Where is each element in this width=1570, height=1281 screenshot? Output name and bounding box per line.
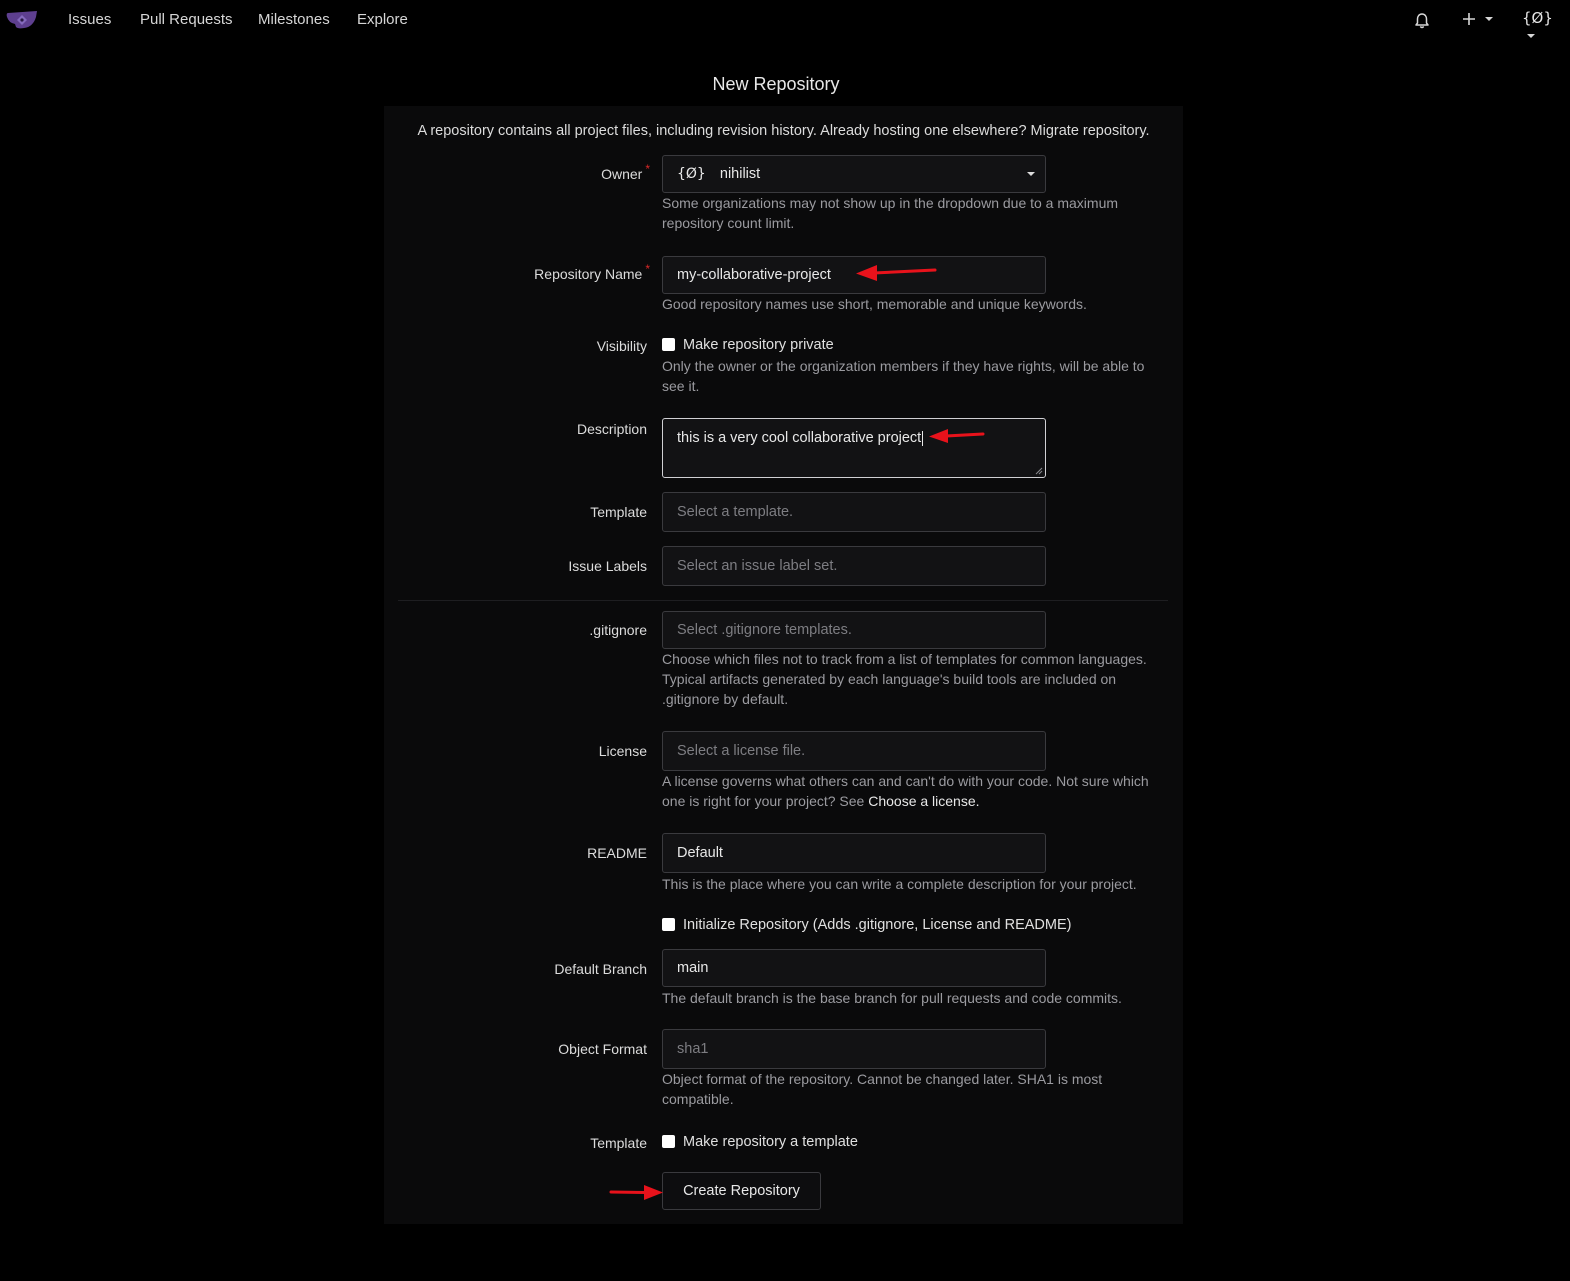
default-branch-help: The default branch is the base branch fo… — [662, 990, 1122, 1006]
template-select[interactable]: Select a template. — [662, 492, 1046, 532]
readme-help: This is the place where you can write a … — [662, 876, 1137, 892]
default-branch-label: Default Branch — [554, 961, 647, 977]
required-marker: * — [645, 262, 650, 276]
section-divider — [398, 600, 1168, 601]
owner-dropdown[interactable]: {Ø} nihilist — [662, 155, 1046, 193]
bell-icon[interactable] — [1413, 10, 1431, 32]
description-textarea[interactable]: this is a very cool collaborative projec… — [662, 418, 1046, 478]
private-checkbox-label: Make repository private — [683, 337, 834, 353]
initialize-checkbox-label: Initialize Repository (Adds .gitignore, … — [683, 917, 1072, 933]
nav-pull-requests[interactable]: Pull Requests — [140, 11, 233, 28]
gitignore-label: .gitignore — [589, 622, 647, 638]
visibility-help: Only the owner or the organization membe… — [662, 358, 1145, 394]
gitignore-help: Choose which files not to track from a l… — [662, 651, 1147, 707]
issue-labels-select[interactable]: Select an issue label set. — [662, 546, 1046, 586]
required-marker: * — [645, 162, 650, 176]
template-checkbox[interactable] — [662, 1134, 675, 1148]
chevron-down-icon — [1484, 17, 1493, 22]
default-branch-input[interactable]: main — [662, 949, 1046, 987]
template-label: Template — [590, 504, 647, 520]
initialize-checkbox[interactable] — [662, 917, 675, 931]
template-checkbox-label: Make repository a template — [683, 1134, 858, 1150]
create-new-menu[interactable] — [1461, 10, 1497, 32]
create-repository-button[interactable]: Create Repository — [662, 1172, 821, 1210]
resize-handle-icon[interactable] — [1035, 467, 1043, 475]
owner-label: Owner * — [601, 162, 650, 182]
new-repo-form: A repository contains all project files,… — [384, 106, 1183, 1224]
readme-select[interactable]: Default — [662, 833, 1046, 873]
license-help: A license governs what others can and ca… — [662, 773, 1149, 809]
top-navbar: Issues Pull Requests Milestones Explore … — [0, 0, 1570, 39]
description-label: Description — [576, 421, 647, 437]
object-format-label: Object Format — [558, 1041, 647, 1057]
initialize-checkbox-row[interactable]: Initialize Repository (Adds .gitignore, … — [662, 917, 1071, 933]
template-flag-label: Template — [590, 1135, 647, 1151]
repo-name-input[interactable]: my-collaborative-project — [662, 256, 1046, 294]
nav-milestones[interactable]: Milestones — [258, 11, 330, 28]
repo-name-label: Repository Name * — [534, 262, 650, 282]
text-cursor — [922, 430, 924, 446]
nav-explore[interactable]: Explore — [357, 11, 408, 28]
license-label: License — [598, 743, 647, 759]
visibility-label: Visibility — [596, 338, 647, 354]
owner-value: nihilist — [719, 166, 761, 182]
page-title: New Repository — [712, 74, 840, 94]
readme-label: README — [587, 845, 647, 861]
repo-name-help: Good repository names use short, memorab… — [662, 296, 1087, 312]
private-checkbox-row[interactable]: Make repository private — [662, 337, 834, 353]
object-format-select[interactable]: sha1 — [662, 1029, 1046, 1069]
intro-text: A repository contains all project files,… — [417, 123, 1150, 139]
private-checkbox[interactable] — [662, 337, 675, 351]
owner-help: Some organizations may not show up in th… — [662, 195, 1119, 231]
gitea-logo[interactable] — [6, 8, 38, 30]
avatar: {Ø} — [1522, 9, 1553, 27]
object-format-help: Object format of the repository. Cannot … — [662, 1071, 1103, 1107]
issue-labels-label: Issue Labels — [568, 558, 647, 574]
chevron-down-icon — [1027, 172, 1035, 176]
chevron-down-icon — [1527, 34, 1535, 39]
choose-license-link[interactable]: Choose a license. — [868, 793, 979, 809]
owner-avatar: {Ø} — [677, 166, 706, 182]
plus-icon — [1463, 13, 1475, 26]
nav-issues[interactable]: Issues — [68, 11, 111, 28]
license-select[interactable]: Select a license file. — [662, 731, 1046, 771]
description-value: this is a very cool collaborative projec… — [677, 430, 922, 446]
template-checkbox-row[interactable]: Make repository a template — [662, 1134, 858, 1150]
user-menu[interactable]: {Ø} — [1522, 9, 1566, 39]
gitignore-select[interactable]: Select .gitignore templates. — [662, 611, 1046, 649]
